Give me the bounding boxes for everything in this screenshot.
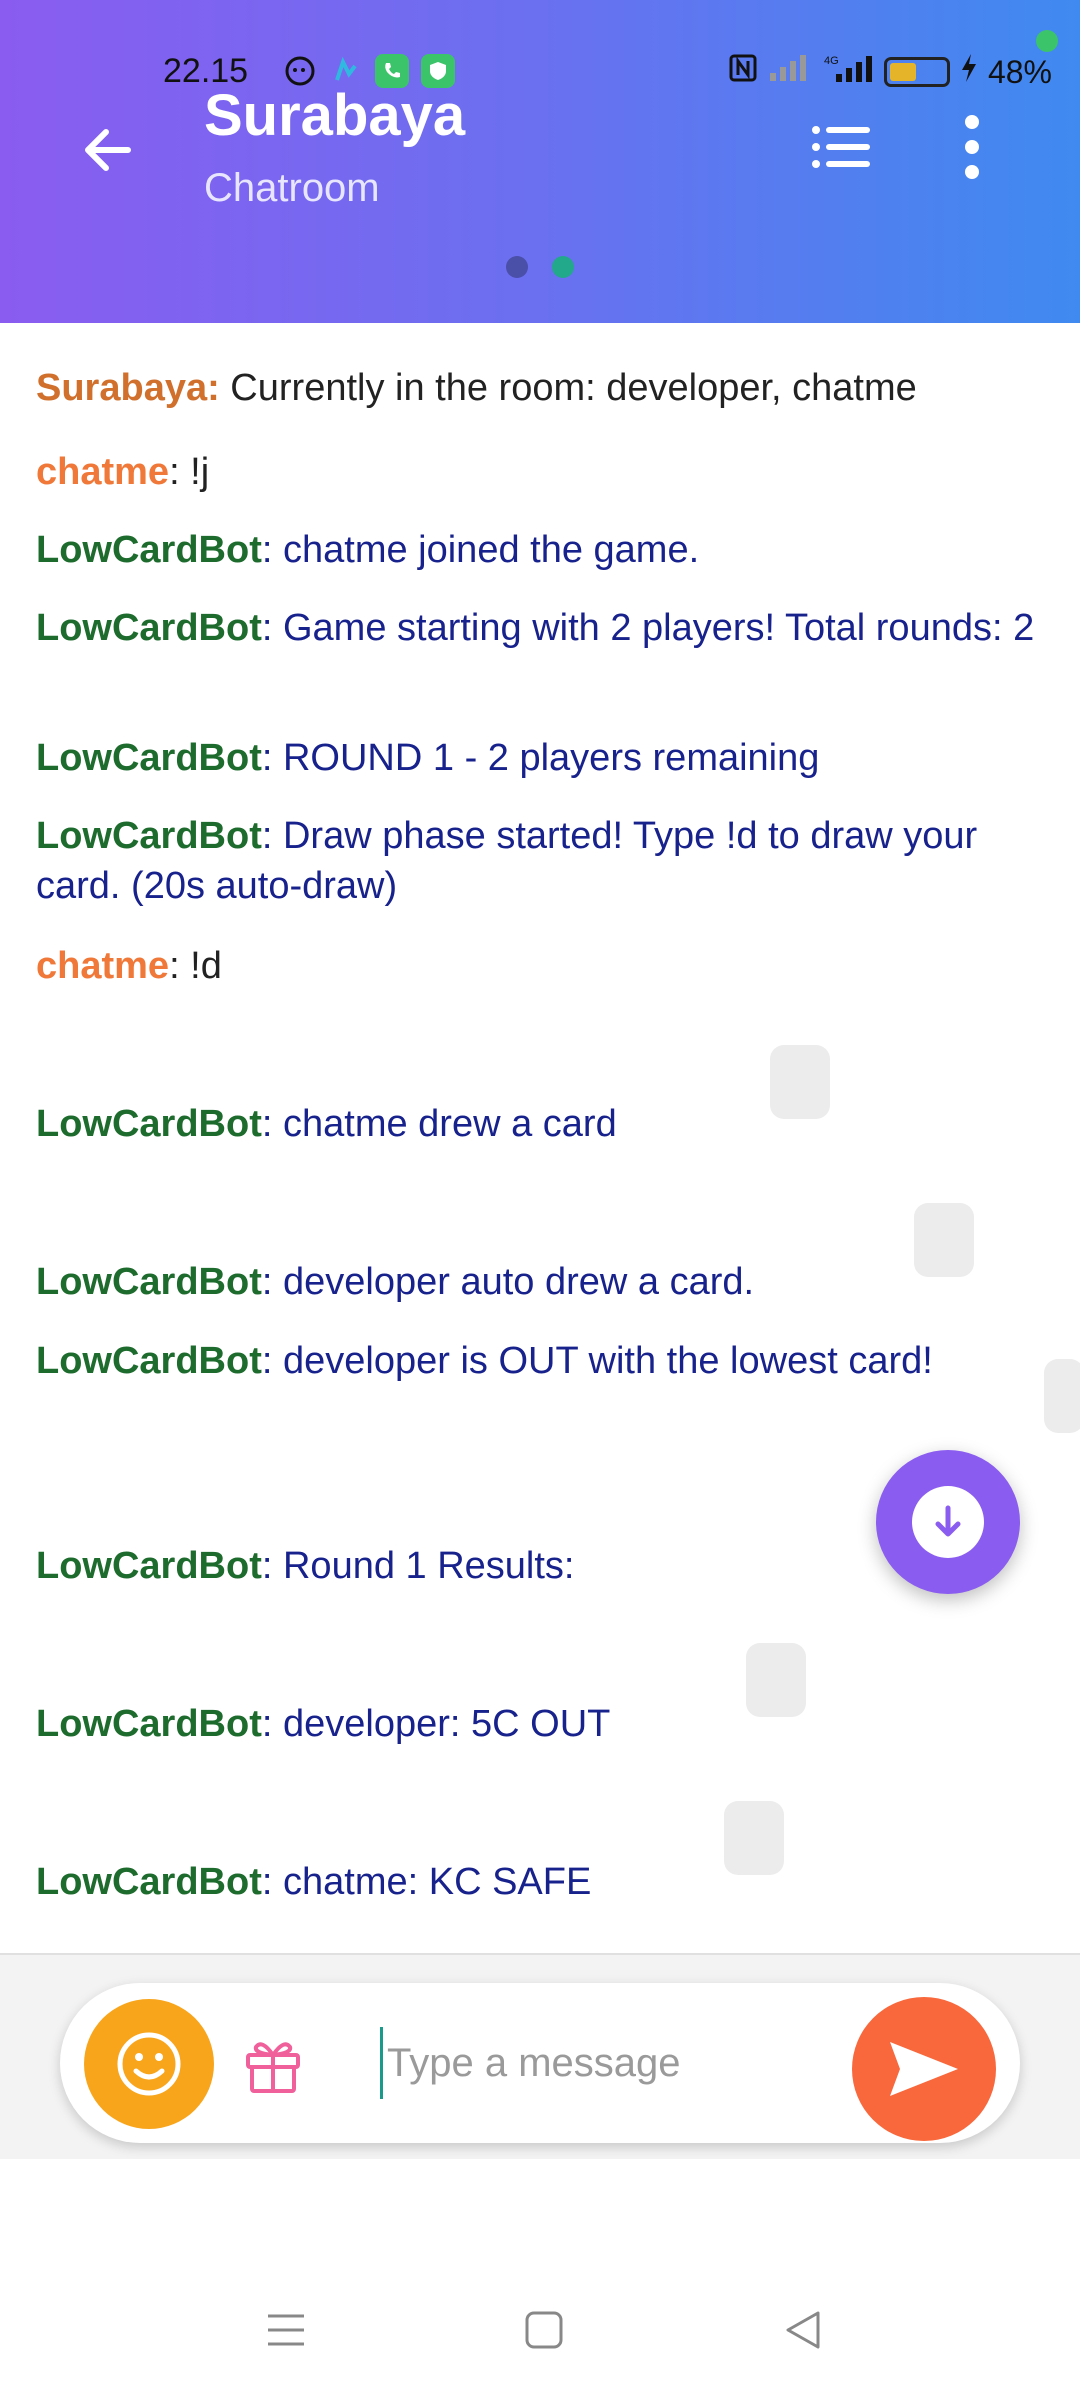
back-triangle-icon (786, 2311, 820, 2349)
arrow-left-icon (85, 129, 131, 171)
emoji-button[interactable] (84, 1999, 214, 2129)
message-item: LowCardBot: chatme: KC SAFE (36, 1857, 1036, 1907)
message-item: LowCardBot: chatme drew a card (36, 1099, 1036, 1149)
message-text: : developer auto drew a card. (261, 1261, 755, 1303)
message-text: : !j (169, 451, 210, 493)
message-text: Currently in the room: developer, chatme (219, 367, 917, 409)
nav-home-button[interactable] (514, 2300, 574, 2360)
message-list[interactable]: Surabaya: Currently in the room: develop… (0, 323, 1080, 1953)
nav-menu-button[interactable] (256, 2300, 316, 2360)
battery-percent: 48% (987, 53, 1052, 90)
camera-indicator (1036, 30, 1058, 52)
message-sender[interactable]: LowCardBot (36, 607, 262, 649)
signal-4g-icon: 4G (822, 52, 874, 92)
more-vertical-icon (965, 115, 979, 179)
home-square-icon (525, 2311, 563, 2349)
participants-list-button[interactable] (806, 112, 876, 182)
message-text: : chatme joined the game. (261, 529, 700, 571)
card-image-placeholder (1044, 1359, 1080, 1433)
message-sender[interactable]: LowCardBot (36, 1703, 262, 1745)
room-subtitle: Chatroom (204, 166, 380, 210)
message-sender[interactable]: Surabaya: (36, 367, 220, 409)
scroll-to-bottom-button[interactable] (876, 1450, 1020, 1594)
message-composer (60, 1983, 1020, 2143)
send-icon (890, 2042, 958, 2096)
back-button[interactable] (70, 112, 146, 188)
nav-back-button[interactable] (772, 2300, 832, 2360)
message-text: : chatme: KC SAFE (261, 1861, 592, 1903)
more-options-button[interactable] (944, 112, 1000, 182)
message-sender[interactable]: chatme (36, 945, 169, 987)
system-navigation-bar (0, 2260, 1080, 2400)
message-text: : developer is OUT with the lowest card! (261, 1340, 933, 1382)
message-sender[interactable]: LowCardBot (36, 815, 262, 857)
status-system-icons: 4G 48% (728, 52, 1052, 92)
menu-icon (268, 2314, 304, 2346)
gift-icon (246, 2042, 300, 2093)
message-text: : developer: 5C OUT (261, 1703, 611, 1745)
room-title: Surabaya (204, 83, 466, 148)
list-icon (812, 126, 870, 168)
svg-text:4G: 4G (824, 55, 839, 67)
page-dot[interactable] (506, 256, 528, 278)
message-item: LowCardBot: developer is OUT with the lo… (36, 1336, 1066, 1386)
battery-icon (883, 57, 950, 87)
composer-area (0, 1953, 1080, 2159)
signal-icon (768, 53, 812, 91)
message-text: : ROUND 1 - 2 players remaining (261, 737, 820, 779)
message-text: : Round 1 Results: (261, 1545, 575, 1587)
send-button[interactable] (852, 1997, 996, 2141)
message-sender[interactable]: chatme (36, 451, 169, 493)
message-sender[interactable]: LowCardBot (36, 529, 262, 571)
message-sender[interactable]: LowCardBot (36, 737, 262, 779)
gift-button[interactable] (240, 2031, 306, 2097)
message-item: chatme: !j (36, 447, 1036, 497)
message-sender[interactable]: LowCardBot (36, 1545, 262, 1587)
message-item: LowCardBot: developer: 5C OUT (36, 1699, 1036, 1749)
charging-icon (960, 53, 978, 91)
message-text: : chatme drew a card (261, 1103, 617, 1145)
message-sender[interactable]: LowCardBot (36, 1103, 262, 1145)
message-item: LowCardBot: ROUND 1 - 2 players remainin… (36, 733, 1036, 783)
message-item: Surabaya: Currently in the room: develop… (36, 363, 1036, 413)
message-sender[interactable]: LowCardBot (36, 1261, 262, 1303)
message-sender[interactable]: LowCardBot (36, 1861, 262, 1903)
nfc-icon (728, 53, 758, 91)
chatroom-header: 22.15 4G 48% Surabaya Chatroom (0, 0, 1080, 323)
message-item: LowCardBot: Draw phase started! Type !d … (36, 811, 1036, 911)
message-item: LowCardBot: chatme joined the game. (36, 525, 1036, 575)
message-item: LowCardBot: developer auto drew a card. (36, 1257, 1036, 1307)
message-text: : !d (169, 945, 222, 987)
message-item: LowCardBot: Game starting with 2 players… (36, 603, 1036, 653)
message-item: chatme: !d (36, 941, 1036, 991)
message-sender[interactable]: LowCardBot (36, 1340, 262, 1382)
arrow-down-icon (935, 1505, 961, 1537)
smiley-icon (117, 2032, 181, 2096)
page-dot-active[interactable] (552, 256, 574, 278)
status-bar: 22.15 4G 48% (0, 48, 1080, 98)
message-input[interactable] (380, 2027, 840, 2099)
page-indicator (0, 256, 1080, 278)
message-text: : Game starting with 2 players! Total ro… (261, 607, 1035, 649)
scroll-button-inner (912, 1486, 984, 1558)
battery-level (889, 63, 916, 81)
